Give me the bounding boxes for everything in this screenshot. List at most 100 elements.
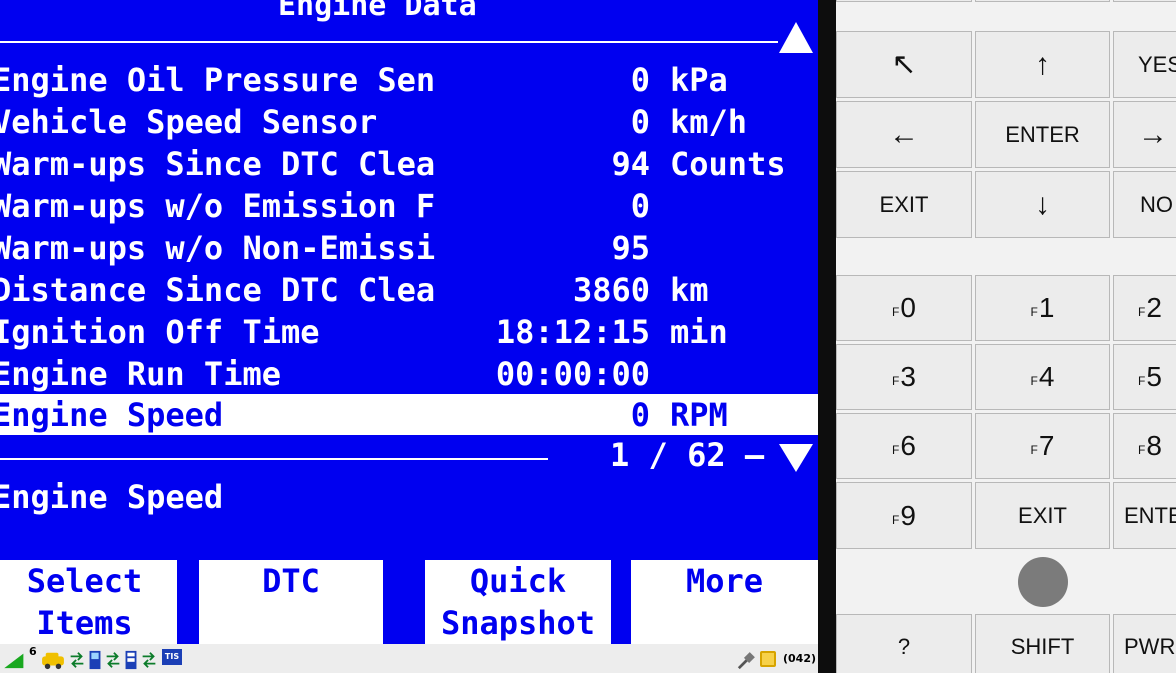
- scroll-up-arrow-icon[interactable]: [779, 22, 813, 53]
- virtual-keypad: ↖ ↑ YES ← ENTER → EXIT ↓ NO F0 F1 F2 F3 …: [836, 0, 1176, 673]
- key-up[interactable]: ↑: [975, 31, 1110, 98]
- connector-plug-icon: [737, 652, 755, 670]
- key-label: 2: [1146, 292, 1162, 323]
- key-label: YES: [1138, 51, 1176, 77]
- key-f-prefix: F: [1030, 305, 1038, 319]
- key-f9[interactable]: F9: [836, 482, 972, 549]
- key-f-prefix: F: [892, 374, 900, 388]
- key-f0[interactable]: F0: [836, 275, 972, 341]
- softkey-more[interactable]: More: [631, 560, 818, 644]
- key-no[interactable]: NO: [1113, 171, 1176, 238]
- softkey-dtc[interactable]: DTC: [199, 560, 383, 644]
- data-row[interactable]: Warm-ups w/o Emission F 0: [0, 185, 818, 226]
- softkey-label: DTC: [262, 562, 320, 600]
- key-up-left[interactable]: ↖: [836, 31, 972, 98]
- key-label: ?: [897, 634, 911, 659]
- param-name: Engine Oil Pressure Sen: [0, 61, 436, 99]
- key-f-prefix: F: [892, 512, 900, 527]
- param-name: Engine Speed: [0, 396, 224, 434]
- key-pwr[interactable]: PWR: [1113, 614, 1176, 673]
- key-exit[interactable]: EXIT: [836, 171, 972, 238]
- param-name: Warm-ups w/o Emission F: [0, 187, 436, 225]
- param-value: 18:12:15: [495, 313, 650, 351]
- arrow-down-icon: ↓: [1035, 187, 1050, 221]
- param-name: Distance Since DTC Clea: [0, 271, 436, 309]
- key-f6[interactable]: F6: [836, 413, 972, 479]
- data-row[interactable]: Ignition Off Time 18:12:15 min: [0, 311, 818, 352]
- param-value: 3860: [572, 271, 650, 309]
- key-label: 8: [1146, 430, 1162, 461]
- param-value: 94: [611, 145, 650, 183]
- param-value: 0: [630, 103, 650, 141]
- key-f-prefix: F: [1138, 374, 1146, 388]
- softkey-label: Select: [26, 562, 143, 600]
- status-bar: 6 TIS (042): [0, 644, 818, 673]
- key-exit-2[interactable]: EXIT: [975, 482, 1110, 549]
- key-help[interactable]: ?: [836, 614, 972, 673]
- data-row-selected[interactable]: Engine Speed 0 RPM: [0, 394, 818, 435]
- key-f7[interactable]: F7: [975, 413, 1110, 479]
- data-row[interactable]: Warm-ups Since DTC Clea 94 Counts: [0, 143, 818, 184]
- key-enter-2[interactable]: ENTER: [1113, 482, 1176, 549]
- key-enter[interactable]: ENTER: [975, 101, 1110, 168]
- softkey-quick-snapshot[interactable]: Quick Snapshot: [425, 560, 611, 644]
- key-right[interactable]: →: [1113, 101, 1176, 168]
- selected-description: Engine Speed: [0, 478, 224, 516]
- arrow-up-left-icon: ↖: [891, 47, 917, 81]
- softkey-select-items[interactable]: Select Items: [0, 560, 177, 644]
- key-f2[interactable]: F2: [1113, 275, 1176, 341]
- key-label: 3: [900, 361, 916, 392]
- param-unit: km: [670, 271, 709, 309]
- data-row[interactable]: Warm-ups w/o Non-Emissi 95: [0, 227, 818, 268]
- scan-tool-icon: [89, 650, 101, 670]
- key-label: 1: [1038, 292, 1055, 323]
- data-row[interactable]: Vehicle Speed Sensor 0 km/h: [0, 101, 818, 142]
- param-unit: min: [670, 313, 728, 351]
- key-f5[interactable]: F5: [1113, 344, 1176, 410]
- key-yes[interactable]: YES: [1113, 31, 1176, 98]
- key-f8[interactable]: F8: [1113, 413, 1176, 479]
- signal-number: 6: [29, 645, 37, 658]
- key-label: EXIT: [879, 191, 929, 217]
- param-unit: RPM: [670, 396, 728, 434]
- param-value: 95: [611, 229, 650, 267]
- arrow-left-icon: ←: [889, 117, 919, 151]
- data-row[interactable]: Engine Oil Pressure Sen 0 kPa: [0, 59, 818, 100]
- arrow-right-icon: →: [1138, 117, 1168, 151]
- tis-icon: TIS: [162, 649, 182, 665]
- signal-strength-icon: [4, 653, 24, 669]
- screen-title: Engine Data: [278, 0, 477, 23]
- param-value: 0: [630, 61, 650, 99]
- key-label: 7: [1038, 430, 1055, 461]
- softkey-label: Quick: [469, 562, 567, 600]
- key-down[interactable]: ↓: [975, 171, 1110, 238]
- key-f1[interactable]: F1: [975, 275, 1110, 341]
- key-shift[interactable]: SHIFT: [975, 614, 1110, 673]
- key-label: PWR: [1124, 634, 1176, 659]
- softkey-label: Snapshot: [440, 604, 596, 642]
- key-f-prefix: F: [1138, 305, 1146, 319]
- key-label: 0: [900, 292, 916, 323]
- module-icon: [125, 650, 137, 670]
- key-label: 5: [1146, 361, 1162, 392]
- key-f4[interactable]: F4: [975, 344, 1110, 410]
- power-indicator-dot[interactable]: [1018, 557, 1068, 607]
- keypad-top-partial-key: [836, 0, 972, 2]
- link-arrows-icon: [142, 652, 156, 668]
- data-row[interactable]: Engine Run Time 00:00:00: [0, 353, 818, 394]
- key-f-prefix: F: [1030, 374, 1038, 388]
- scroll-down-arrow-icon[interactable]: [779, 444, 813, 472]
- panel-divider: [818, 0, 836, 673]
- param-value: 00:00:00: [495, 355, 650, 393]
- key-left[interactable]: ←: [836, 101, 972, 168]
- key-f-prefix: F: [892, 305, 900, 319]
- page-indicator: 1 / 62 –: [610, 436, 765, 474]
- key-label: 9: [900, 499, 916, 531]
- keypad-top-partial-key: [1113, 0, 1176, 2]
- param-value: 0: [630, 396, 650, 434]
- softkey-label: Items: [36, 604, 133, 642]
- key-f3[interactable]: F3: [836, 344, 972, 410]
- data-row[interactable]: Distance Since DTC Clea 3860 km: [0, 269, 818, 310]
- arrow-up-icon: ↑: [1035, 47, 1050, 81]
- status-count: (042): [783, 652, 817, 665]
